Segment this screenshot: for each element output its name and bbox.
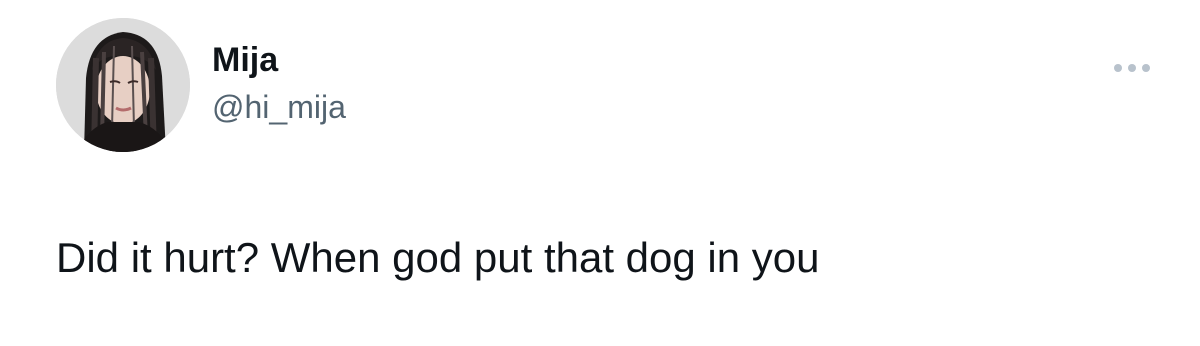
more-options-icon — [1114, 64, 1150, 72]
author-names: Mija @hi_mija — [212, 40, 346, 126]
profile-photo-icon — [56, 18, 190, 152]
more-options-button[interactable] — [1108, 54, 1156, 82]
author-display-name[interactable]: Mija — [212, 40, 346, 80]
author-avatar[interactable] — [56, 18, 190, 152]
tweet-card[interactable]: Mija @hi_mija Did it hurt? When god put … — [0, 0, 1200, 346]
tweet-header: Mija @hi_mija — [56, 18, 1176, 154]
tweet-text: Did it hurt? When god put that dog in yo… — [56, 234, 820, 281]
author-handle[interactable]: @hi_mija — [212, 88, 346, 126]
